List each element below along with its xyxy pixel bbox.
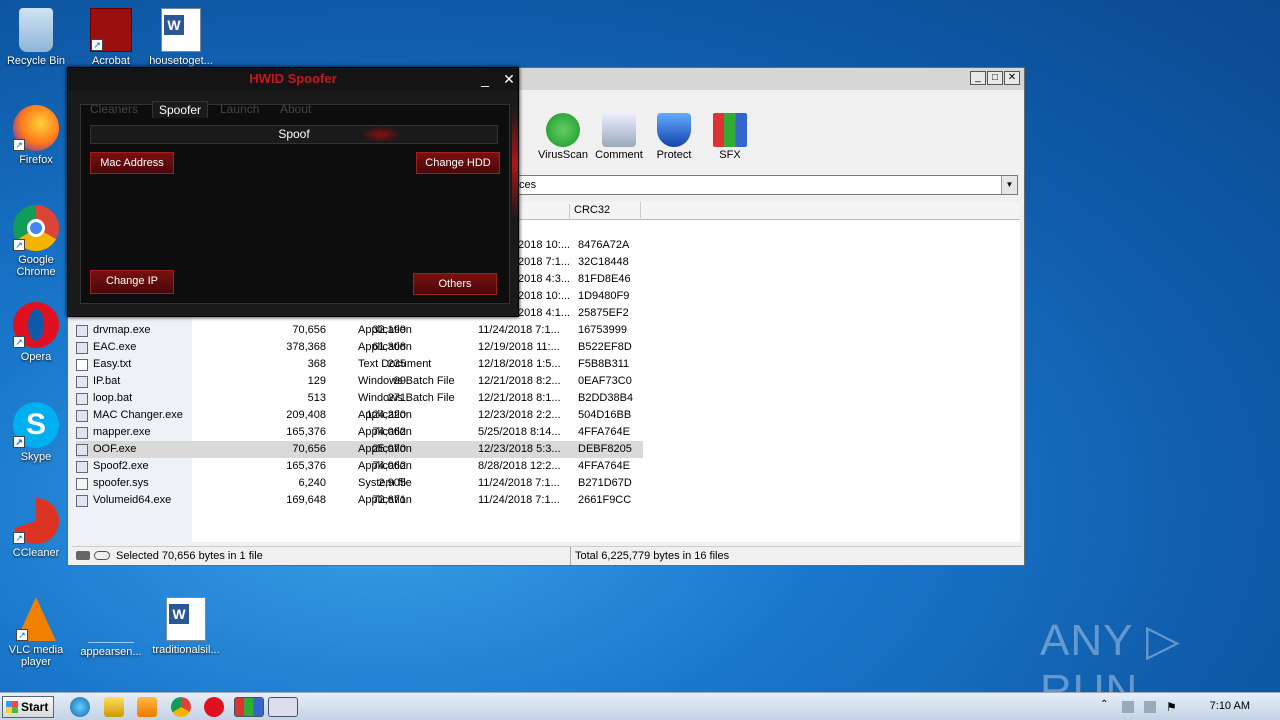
table-row[interactable]: 2018 10:... 1D9480F9 xyxy=(512,288,632,305)
winrar-taskbar-icon[interactable] xyxy=(234,697,264,717)
desktop-icon-recycle-bin[interactable]: Recycle Bin xyxy=(0,8,72,67)
desktop-icon-appearsen[interactable]: appearsen... xyxy=(75,597,147,658)
spoofer-close-button[interactable]: ✕ xyxy=(500,70,518,88)
change-ip-button[interactable]: Change IP xyxy=(90,270,174,294)
recycle-bin-icon xyxy=(19,8,53,52)
table-row[interactable]: 2018 4:1... 25875EF2 xyxy=(512,305,632,322)
exe-file-icon xyxy=(76,410,88,422)
minimize-button[interactable]: _ xyxy=(970,71,986,85)
table-row[interactable]: spoofer.sys 6,240 2,905 System file 11/24/20… xyxy=(76,475,643,492)
table-row[interactable]: loop.bat 513 271 Windows Batch File 12/21/20… xyxy=(76,390,643,407)
spoofer-taskbar-icon[interactable] xyxy=(268,697,298,717)
word-document-icon: W xyxy=(166,597,206,641)
column-header-crc32[interactable]: CRC32 xyxy=(574,204,610,216)
tab-launch[interactable]: Launch xyxy=(214,101,265,118)
windows-logo-icon xyxy=(6,701,18,713)
volume-icon[interactable] xyxy=(1144,701,1156,713)
ccleaner-icon: ↗ xyxy=(13,498,59,544)
table-row[interactable]: MAC Changer.exe 209,408 124,220 Application… xyxy=(76,407,643,424)
table-row[interactable]: IP.bat 129 99 Windows Batch File 12/21/2018 … xyxy=(76,373,643,390)
desktop-icon-word-doc-2[interactable]: W traditionalsil... xyxy=(150,597,222,656)
table-row[interactable]: mapper.exe 165,376 74,062 Application 5/25/2… xyxy=(76,424,643,441)
system-tray: ⌃ ⚑ 7:10 AM xyxy=(1100,693,1280,720)
table-row[interactable]: Spoof2.exe 165,376 74,062 Application 8/28/2… xyxy=(76,458,643,475)
taskbar: Start ⌃ ⚑ 7:10 AM xyxy=(0,692,1280,720)
network-icon[interactable] xyxy=(1122,701,1134,713)
exe-file-icon xyxy=(76,325,88,337)
skype-icon: S ↗ xyxy=(13,402,59,448)
table-row[interactable]: EAC.exe 378,368 61,308 Application 12/19/201… xyxy=(76,339,643,356)
exe-file-icon xyxy=(76,495,88,507)
exe-file-icon xyxy=(76,342,88,354)
exe-file-icon xyxy=(76,461,88,473)
virus-scan-icon xyxy=(546,113,580,147)
hwid-spoofer-window: HWID Spoofer _ ✕ Cleaners Spoofer Launch… xyxy=(67,67,519,317)
start-button[interactable]: Start xyxy=(2,696,54,718)
desktop-icon-firefox[interactable]: ↗ Firefox xyxy=(0,105,72,166)
list-header: CRC32 xyxy=(518,202,1020,220)
exe-file-icon xyxy=(76,444,88,456)
tab-about[interactable]: About xyxy=(274,101,317,118)
blank-file-icon xyxy=(88,597,134,643)
media-player-icon[interactable] xyxy=(137,697,157,717)
table-row[interactable]: drvmap.exe 70,656 32,199 Application 11/24/2… xyxy=(76,322,643,339)
status-total: Total 6,225,779 bytes in 16 files xyxy=(570,547,729,565)
internet-explorer-icon[interactable] xyxy=(70,697,90,717)
flag-icon[interactable]: ⚑ xyxy=(1166,700,1177,714)
table-row[interactable]: 2018 10:... 8476A72A xyxy=(512,237,632,254)
others-button[interactable]: Others xyxy=(413,273,497,295)
vlc-icon: ↗ xyxy=(16,597,56,641)
table-row[interactable]: Volumeid64.exe 169,648 72,671 Application 11… xyxy=(76,492,643,509)
acrobat-icon: ↗ xyxy=(90,8,132,52)
text-file-icon xyxy=(76,359,88,371)
opera-icon: ↗ xyxy=(13,302,59,348)
desktop-icon-skype[interactable]: S ↗ Skype xyxy=(0,402,72,463)
toolbar-virusscan-button[interactable]: VirusScan xyxy=(535,113,591,161)
chevron-down-icon[interactable]: ▼ xyxy=(1001,176,1017,194)
desktop-icon-acrobat[interactable]: ↗ Acrobat xyxy=(75,8,147,67)
spoofer-minimize-button[interactable]: _ xyxy=(476,70,494,88)
status-bar: Selected 70,656 bytes in 1 file Total 6,… xyxy=(72,546,1022,565)
clock[interactable]: 7:10 AM xyxy=(1210,700,1250,712)
tab-spoofer[interactable]: Spoofer xyxy=(152,101,209,118)
batch-file-icon xyxy=(76,376,88,388)
table-row[interactable]: Easy.txt 368 235 Text Document 12/18/2018 1:… xyxy=(76,356,643,373)
table-row[interactable]: 2018 7:1... 32C18448 xyxy=(512,254,632,271)
desktop-icon-chrome[interactable]: ↗ Google Chrome xyxy=(0,205,72,278)
tab-cleaners[interactable]: Cleaners xyxy=(84,101,144,118)
spoofer-title[interactable]: HWID Spoofer xyxy=(68,68,518,90)
exe-file-icon xyxy=(76,427,88,439)
file-explorer-icon[interactable] xyxy=(104,697,124,717)
toolbar-protect-button[interactable]: Protect xyxy=(646,113,702,161)
chrome-icon: ↗ xyxy=(13,205,59,251)
spoof-button[interactable]: Spoof xyxy=(90,125,498,144)
change-hdd-button[interactable]: Change HDD xyxy=(416,152,500,174)
chevron-up-icon[interactable]: ⌃ xyxy=(1100,699,1108,710)
decorative-glow xyxy=(512,108,518,218)
batch-file-icon xyxy=(76,393,88,405)
table-row[interactable]: 2018 4:3... 81FD8E46 xyxy=(512,271,632,288)
drive-icon[interactable] xyxy=(76,551,90,560)
opera-taskbar-icon[interactable] xyxy=(204,697,224,717)
toolbar-comment-button[interactable]: Comment xyxy=(591,113,647,161)
sfx-archive-icon xyxy=(713,113,747,147)
mac-address-button[interactable]: Mac Address xyxy=(90,152,174,174)
chrome-taskbar-icon[interactable] xyxy=(171,697,191,717)
system-file-icon xyxy=(76,478,88,490)
word-document-icon: W xyxy=(161,8,201,52)
firefox-icon: ↗ xyxy=(13,105,59,151)
shield-icon xyxy=(657,113,691,147)
toolbar-sfx-button[interactable]: SFX xyxy=(702,113,758,161)
maximize-button[interactable]: □ xyxy=(987,71,1003,85)
comment-icon xyxy=(602,113,636,147)
desktop-icon-vlc[interactable]: ↗ VLC media player xyxy=(0,597,72,668)
desktop-icon-opera[interactable]: ↗ Opera xyxy=(0,302,72,363)
path-combobox[interactable]: ces ▼ xyxy=(518,175,1018,195)
desktop-icon-word-doc-1[interactable]: W housetoget... xyxy=(145,8,217,67)
status-selected: Selected 70,656 bytes in 1 file xyxy=(116,550,263,562)
desktop-icon-ccleaner[interactable]: ↗ CCleaner xyxy=(0,498,72,559)
key-icon[interactable] xyxy=(94,551,110,560)
close-button[interactable]: ✕ xyxy=(1004,71,1020,85)
table-row-selected[interactable]: OOF.exe 70,656 25,070 Application 12/23/2018… xyxy=(76,441,643,458)
